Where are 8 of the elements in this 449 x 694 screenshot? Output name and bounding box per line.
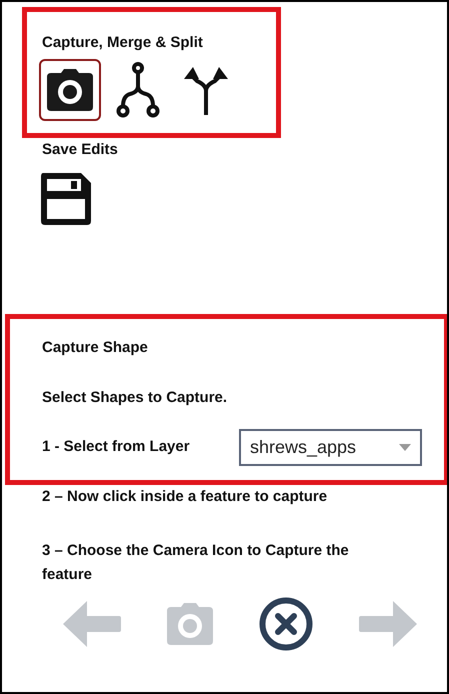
layer-dropdown[interactable]: shrews_apps (239, 429, 422, 466)
section-title: Save Edits (42, 140, 119, 160)
step-label: 3 – Choose the Camera Icon to Capture the feature (42, 540, 350, 584)
step-label: 2 – Now click inside a feature to capture (42, 487, 328, 507)
instruction-text: Select Shapes to Capture. (42, 388, 228, 408)
section-title: Capture Shape (42, 338, 149, 358)
section-title: Capture, Merge & Split (42, 33, 204, 53)
step-label: 1 - Select from Layer (42, 437, 191, 458)
